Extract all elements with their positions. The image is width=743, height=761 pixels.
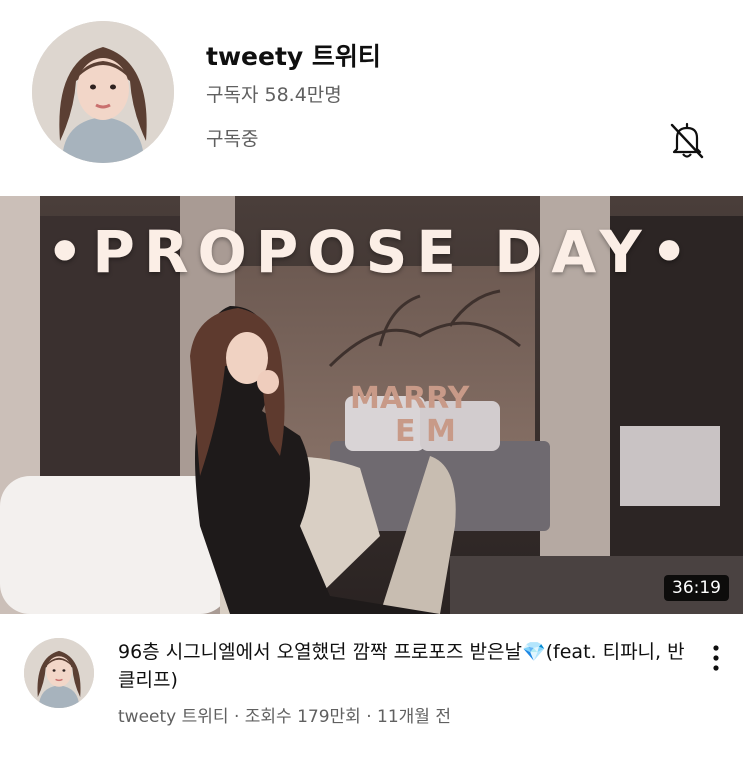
channel-header: tweety 트위티 구독자 58.4만명 구독중 <box>0 0 743 196</box>
video-thumbnail[interactable]: MARRY E M •PROPOSE DAY• 36:19 <box>0 196 743 614</box>
subscribed-button[interactable]: 구독중 <box>206 124 258 151</box>
video-meta: tweety 트위티 · 조회수 179만회 · 11개월 전 <box>118 707 451 727</box>
subscriber-count: 구독자 58.4만명 <box>206 84 342 106</box>
video-info: 96층 시그니엘에서 오열했던 깜짝 프로포즈 받은날💎(feat. 티파니, … <box>0 614 743 761</box>
video-title[interactable]: 96층 시그니엘에서 오열했던 깜짝 프로포즈 받은날💎(feat. 티파니, … <box>118 638 688 694</box>
channel-avatar[interactable] <box>32 21 174 163</box>
more-vert-icon[interactable] <box>702 642 730 674</box>
svg-text:MARRY: MARRY <box>350 381 471 416</box>
bell-off-icon[interactable] <box>666 119 708 161</box>
video-duration: 36:19 <box>664 575 729 601</box>
thumbnail-title-text: •PROPOSE DAY• <box>46 218 697 286</box>
video-channel-avatar[interactable] <box>24 638 94 708</box>
channel-name[interactable]: tweety 트위티 <box>206 37 381 73</box>
svg-text:E M: E M <box>395 414 456 449</box>
